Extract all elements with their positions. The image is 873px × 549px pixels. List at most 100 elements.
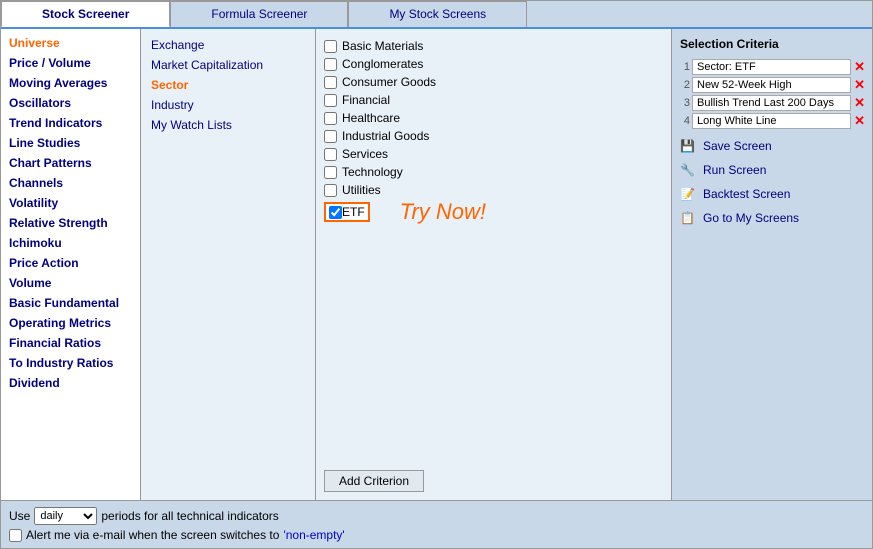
sidebar-item-ichimoku[interactable]: Ichimoku [1,233,140,253]
sector-checkbox-industrial-goods[interactable] [324,130,337,143]
sidebar-item-price-action[interactable]: Price Action [1,253,140,273]
screens-icon: 📋 [680,211,698,225]
period-row: Use daily weekly monthly periods for all… [9,507,864,525]
use-label: Use [9,509,30,523]
criteria-entry-4: 4 Long White Line ✕ [676,113,868,129]
criteria-label-1: Sector: ETF [692,59,851,75]
sector-checkbox-financial[interactable] [324,94,337,107]
sector-item-etf[interactable]: ETF [324,202,370,222]
run-screen-button[interactable]: 🔧 Run Screen [676,159,868,181]
sidebar-item-basic-fundamental[interactable]: Basic Fundamental [1,293,140,313]
go-to-my-screens-label: Go to My Screens [703,211,799,225]
go-to-my-screens-button[interactable]: 📋 Go to My Screens [676,207,868,229]
criteria-label-4: Long White Line [692,113,851,129]
middle-item-industry[interactable]: Industry [147,95,309,115]
sector-item-technology[interactable]: Technology [324,163,663,181]
sector-label-basic-materials[interactable]: Basic Materials [342,39,423,53]
criteria-label-3: Bullish Trend Last 200 Days [692,95,851,111]
sector-panel: Basic Materials Conglomerates Consumer G… [316,29,672,500]
backtest-screen-label: Backtest Screen [703,187,790,201]
sector-item-conglomerates[interactable]: Conglomerates [324,55,663,73]
sidebar-item-chart-patterns[interactable]: Chart Patterns [1,153,140,173]
sector-label-services[interactable]: Services [342,147,388,161]
criteria-num-4: 4 [676,115,690,127]
criteria-entry-3: 3 Bullish Trend Last 200 Days ✕ [676,95,868,111]
selection-criteria-header: Selection Criteria [676,33,868,55]
criteria-label-2: New 52-Week High [692,77,851,93]
sector-checkbox-conglomerates[interactable] [324,58,337,71]
sector-item-consumer-goods[interactable]: Consumer Goods [324,73,663,91]
middle-item-market-cap[interactable]: Market Capitalization [147,55,309,75]
sector-checkbox-technology[interactable] [324,166,337,179]
sector-list: Basic Materials Conglomerates Consumer G… [324,37,663,464]
criteria-delete-1[interactable]: ✕ [851,59,868,75]
criteria-entry-1: 1 Sector: ETF ✕ [676,59,868,75]
sidebar-item-moving-averages[interactable]: Moving Averages [1,73,140,93]
criteria-delete-4[interactable]: ✕ [851,113,868,129]
sidebar-item-oscillators[interactable]: Oscillators [1,93,140,113]
sector-checkbox-consumer-goods[interactable] [324,76,337,89]
sector-label-etf[interactable]: ETF [342,205,365,219]
criteria-num-1: 1 [676,61,690,73]
criteria-entry-2: 2 New 52-Week High ✕ [676,77,868,93]
sidebar-item-operating-metrics[interactable]: Operating Metrics [1,313,140,333]
period-select[interactable]: daily weekly monthly [34,507,97,525]
criteria-rows: 1 Sector: ETF ✕ 2 New 52-Week High ✕ 3 B… [676,59,868,129]
sidebar-item-price-volume[interactable]: Price / Volume [1,53,140,73]
bottom-bar: Use daily weekly monthly periods for all… [1,500,872,548]
right-panel: Selection Criteria 1 Sector: ETF ✕ 2 New… [672,29,872,500]
sector-item-industrial-goods[interactable]: Industrial Goods [324,127,663,145]
alert-checkbox[interactable] [9,529,22,542]
sector-label-financial[interactable]: Financial [342,93,390,107]
sector-label-industrial-goods[interactable]: Industrial Goods [342,129,429,143]
period-suffix: periods for all technical indicators [101,509,278,523]
sidebar-item-volume[interactable]: Volume [1,273,140,293]
sector-checkbox-basic-materials[interactable] [324,40,337,53]
sector-checkbox-utilities[interactable] [324,184,337,197]
sector-checkbox-etf[interactable] [329,206,342,219]
sidebar-item-volatility[interactable]: Volatility [1,193,140,213]
save-icon: 💾 [680,139,698,153]
sidebar-item-relative-strength[interactable]: Relative Strength [1,213,140,233]
middle-item-watchlists[interactable]: My Watch Lists [147,115,309,135]
sidebar-item-to-industry-ratios[interactable]: To Industry Ratios [1,353,140,373]
alert-value: 'non-empty' [283,528,344,542]
alert-label: Alert me via e-mail when the screen swit… [26,528,279,542]
tab-bar: Stock Screener Formula Screener My Stock… [1,1,872,29]
criteria-delete-3[interactable]: ✕ [851,95,868,111]
sidebar-item-line-studies[interactable]: Line Studies [1,133,140,153]
sector-label-technology[interactable]: Technology [342,165,403,179]
middle-column: Exchange Market Capitalization Sector In… [141,29,316,500]
backtest-screen-button[interactable]: 📝 Backtest Screen [676,183,868,205]
save-screen-button[interactable]: 💾 Save Screen [676,135,868,157]
sector-label-conglomerates[interactable]: Conglomerates [342,57,423,71]
sector-checkbox-healthcare[interactable] [324,112,337,125]
tab-stock-screener[interactable]: Stock Screener [1,1,170,27]
tab-my-stock-screens[interactable]: My Stock Screens [348,1,527,27]
run-screen-label: Run Screen [703,163,766,177]
middle-item-exchange[interactable]: Exchange [147,35,309,55]
middle-item-sector[interactable]: Sector [147,75,309,95]
sidebar-item-trend-indicators[interactable]: Trend Indicators [1,113,140,133]
sector-item-financial[interactable]: Financial [324,91,663,109]
content-area: Universe Price / Volume Moving Averages … [1,29,872,500]
sector-checkbox-services[interactable] [324,148,337,161]
criteria-delete-2[interactable]: ✕ [851,77,868,93]
sector-item-utilities[interactable]: Utilities [324,181,663,199]
sidebar-item-universe[interactable]: Universe [1,33,140,53]
sidebar-item-dividend[interactable]: Dividend [1,373,140,393]
sector-label-utilities[interactable]: Utilities [342,183,381,197]
sector-label-healthcare[interactable]: Healthcare [342,111,400,125]
sector-item-services[interactable]: Services [324,145,663,163]
sector-item-healthcare[interactable]: Healthcare [324,109,663,127]
save-screen-label: Save Screen [703,139,772,153]
add-criterion-button[interactable]: Add Criterion [324,470,424,492]
criteria-num-2: 2 [676,79,690,91]
sector-label-consumer-goods[interactable]: Consumer Goods [342,75,436,89]
sector-etf-row: ETF Try Now! [324,199,663,225]
sidebar-item-financial-ratios[interactable]: Financial Ratios [1,333,140,353]
backtest-icon: 📝 [680,187,698,201]
sidebar-item-channels[interactable]: Channels [1,173,140,193]
sector-item-basic-materials[interactable]: Basic Materials [324,37,663,55]
tab-formula-screener[interactable]: Formula Screener [170,1,348,27]
